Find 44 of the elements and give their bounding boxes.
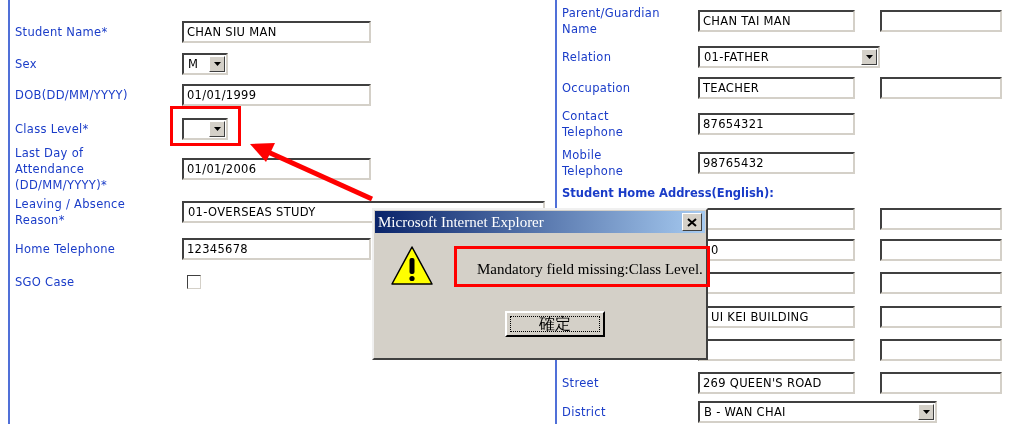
text-field[interactable] [880, 371, 1002, 394]
text-field[interactable]: 98765432 [698, 152, 855, 174]
field-label: Relation [562, 49, 613, 65]
text-field[interactable]: 01/01/2006 [182, 158, 371, 180]
checkbox[interactable] [187, 275, 201, 289]
close-icon [687, 217, 697, 227]
text-field[interactable]: 01/01/1999 [182, 84, 371, 106]
field-label: Mobile Telephone [562, 147, 625, 179]
text-field[interactable]: 87654321 [698, 112, 855, 135]
dropdown[interactable]: 01-FATHER [698, 46, 880, 68]
text-field[interactable] [880, 207, 1002, 230]
field-label: Parent/Guardian Name [562, 4, 661, 37]
field-label: Sex [15, 55, 38, 72]
text-field[interactable] [698, 338, 855, 361]
field-label: Home Telephone [15, 241, 117, 257]
dropdown[interactable]: M [182, 52, 228, 75]
section-heading: Student Home Address(English): [562, 185, 774, 200]
field-label: Occupation [562, 80, 632, 96]
text-field[interactable]: CHAN SIU MAN [182, 21, 371, 43]
text-field[interactable] [880, 305, 1002, 328]
field-label: Contact Telephone [562, 107, 625, 140]
text-field[interactable] [880, 272, 1002, 294]
dropdown[interactable]: B - WAN CHAI [698, 400, 937, 423]
text-field[interactable] [880, 338, 1002, 361]
field-label: SGO Case [15, 274, 76, 290]
close-button[interactable] [682, 213, 702, 231]
text-field[interactable]: TEACHER [698, 77, 855, 99]
text-field[interactable] [880, 9, 1002, 32]
text-field[interactable]: 269 QUEEN'S ROAD [698, 371, 855, 394]
ok-button[interactable]: 確定 [505, 311, 605, 337]
field-label: District [562, 404, 606, 419]
text-field[interactable]: CHAN TAI MAN [698, 9, 855, 32]
alert-message: Mandatory field missing:Class Level. [454, 245, 710, 287]
field-label: Last Day of Attendance (DD/MM/YYYY)* [15, 145, 109, 193]
field-label: DOB(DD/MM/YYYY) [15, 87, 129, 103]
text-field[interactable]: 12345678 [182, 238, 371, 260]
warning-icon [390, 244, 434, 288]
field-label: Street [562, 375, 599, 390]
field-label: Class Level* [15, 121, 90, 137]
field-label: Leaving / Absence Reason* [15, 195, 127, 228]
text-field[interactable] [880, 77, 1002, 99]
text-field[interactable] [880, 239, 1002, 261]
field-label: Student Name* [15, 24, 109, 40]
dropdown[interactable] [182, 118, 228, 140]
